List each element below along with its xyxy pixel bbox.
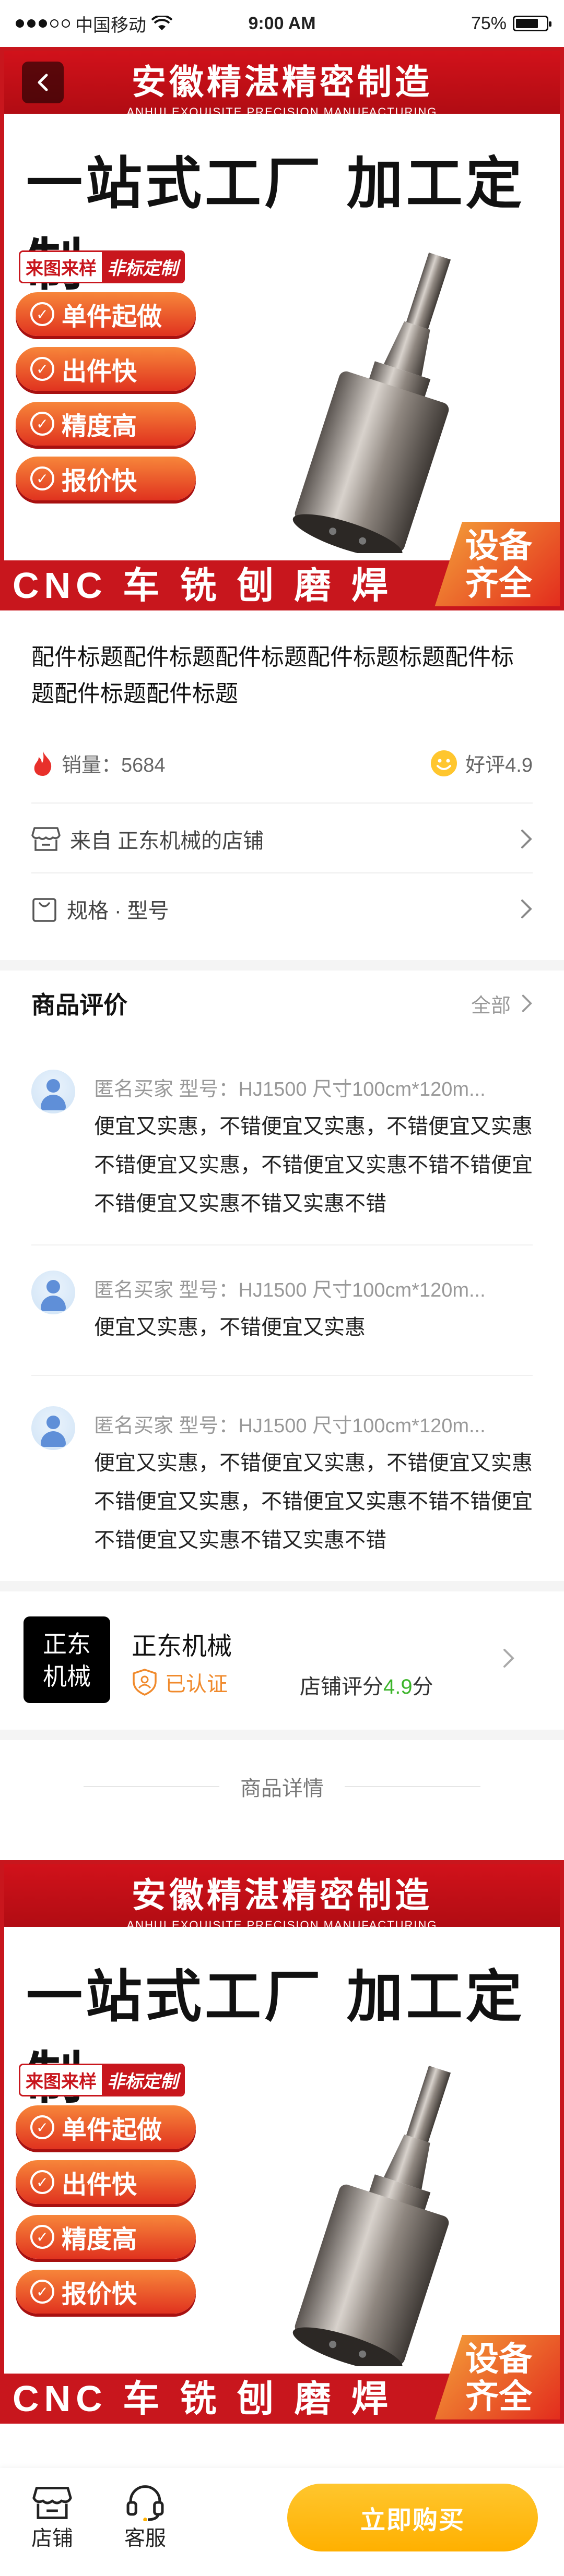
review-meta: 匿名买家 型号：HJ1500 尺寸100cm*120m... <box>94 1279 486 1301</box>
details-header: 商品详情 <box>0 1771 564 1802</box>
sales-stat: 销量：5684 <box>31 749 166 777</box>
verified-badge: 已认证 <box>132 1667 228 1697</box>
avatar <box>31 1271 75 1314</box>
poster-frame <box>0 47 564 610</box>
verified-label: 已认证 <box>165 1673 228 1696</box>
battery-percent: 75% <box>471 13 507 33</box>
divider <box>31 872 533 873</box>
battery-icon <box>513 16 551 31</box>
sales-label: 销量：5684 <box>62 754 166 776</box>
store-icon <box>32 2487 72 2519</box>
tab-service[interactable]: 客服 <box>114 2479 177 2551</box>
reviews-heading: 商品评价 <box>31 991 127 1019</box>
reviews-all-label: 全部 <box>471 995 511 1017</box>
review-text: 便宜又实惠，不错便宜又实惠 <box>94 1316 366 1339</box>
status-left: 中国移动 <box>16 11 193 37</box>
tab-service-label: 客服 <box>124 2527 166 2550</box>
flame-icon <box>34 750 52 776</box>
store-link-label: 来自 正东机械的店铺 <box>70 830 264 853</box>
wifi-icon <box>151 16 172 30</box>
buy-now-button[interactable]: 立即购买 <box>287 2484 538 2551</box>
review-item: 匿名买家 型号：HJ1500 尺寸100cm*120m... 便宜又实惠，不错便… <box>31 1070 533 1226</box>
rating-stat: 好评4.9 <box>430 749 533 777</box>
poster-frame <box>0 1860 564 2424</box>
chevron-right-icon <box>503 1649 514 1668</box>
chevron-right-icon <box>521 830 532 848</box>
review-item: 匿名买家 型号：HJ1500 尺寸100cm*120m... 便宜又实惠，不错便… <box>31 1406 533 1563</box>
divider <box>31 802 533 804</box>
signal-icon <box>16 19 70 28</box>
store-name: 正东机械 <box>132 1633 232 1660</box>
battery-fill <box>516 19 538 28</box>
tab-store[interactable]: 店铺 <box>21 2479 84 2551</box>
review-meta: 匿名买家 型号：HJ1500 尺寸100cm*120m... <box>94 1079 486 1100</box>
rating-label: 好评4.9 <box>465 754 533 776</box>
avatar <box>31 1070 75 1113</box>
status-right: 75% <box>371 13 551 34</box>
chevron-left-icon <box>38 74 48 91</box>
detail-image: 安徽精湛精密制造 ANHUI EXQUISITE PRECISION MANUF… <box>0 1860 564 2445</box>
store-logo: 正东 机械 <box>24 1616 110 1703</box>
review-text: 便宜又实惠，不错便宜又实惠，不错便宜又实惠不错便宜又实惠，不错便宜又实惠不错不错… <box>94 1452 533 1552</box>
headset-icon <box>126 2485 164 2521</box>
store-icon <box>31 827 61 851</box>
avatar <box>31 1406 75 1450</box>
status-bar: 中国移动 9:00 AM 75% <box>0 0 564 47</box>
divider <box>31 1244 533 1245</box>
review-text: 便宜又实惠，不错便宜又实惠，不错便宜又实惠不错便宜又实惠，不错便宜又实惠不错不错… <box>94 1115 533 1215</box>
smile-icon <box>431 750 457 776</box>
review-meta: 匿名买家 型号：HJ1500 尺寸100cm*120m... <box>94 1415 486 1437</box>
shield-user-icon <box>133 1669 157 1696</box>
carrier-label: 中国移动 <box>75 15 146 35</box>
divider <box>84 1786 219 1787</box>
bottom-action-bar: 店铺 客服 立即购买 <box>0 2468 564 2576</box>
store-score: 店铺评分4.9分 <box>300 1675 433 1698</box>
bag-icon <box>32 898 56 922</box>
spec-link-label: 规格 · 型号 <box>67 900 169 922</box>
product-stats: 销量：5684 好评4.9 <box>31 749 533 777</box>
store-logo-line: 正东 <box>43 1631 91 1658</box>
reviews-all-link[interactable]: 全部 <box>471 989 533 1018</box>
tab-store-label: 店铺 <box>31 2527 73 2550</box>
chevron-right-icon <box>521 900 532 918</box>
store-link-row[interactable]: 来自 正东机械的店铺 <box>31 813 533 865</box>
product-title: 配件标题配件标题配件标题配件标题标题配件标题配件标题配件标题 <box>31 644 514 706</box>
reviews-header: 商品评价 全部 <box>31 986 533 1021</box>
details-heading: 商品详情 <box>240 1777 324 1800</box>
review-item: 匿名买家 型号：HJ1500 尺寸100cm*120m... 便宜又实惠，不错便… <box>31 1271 533 1349</box>
spec-link-row[interactable]: 规格 · 型号 <box>31 883 533 935</box>
store-logo-line: 机械 <box>43 1663 91 1690</box>
back-button[interactable] <box>22 62 64 103</box>
divider <box>31 1375 533 1376</box>
chevron-right-icon <box>522 995 532 1012</box>
status-time: 9:00 AM <box>248 13 316 33</box>
product-hero-image: 安徽精湛精密制造 ANHUI EXQUISITE PRECISION MANUF… <box>0 47 564 610</box>
divider <box>345 1786 480 1787</box>
